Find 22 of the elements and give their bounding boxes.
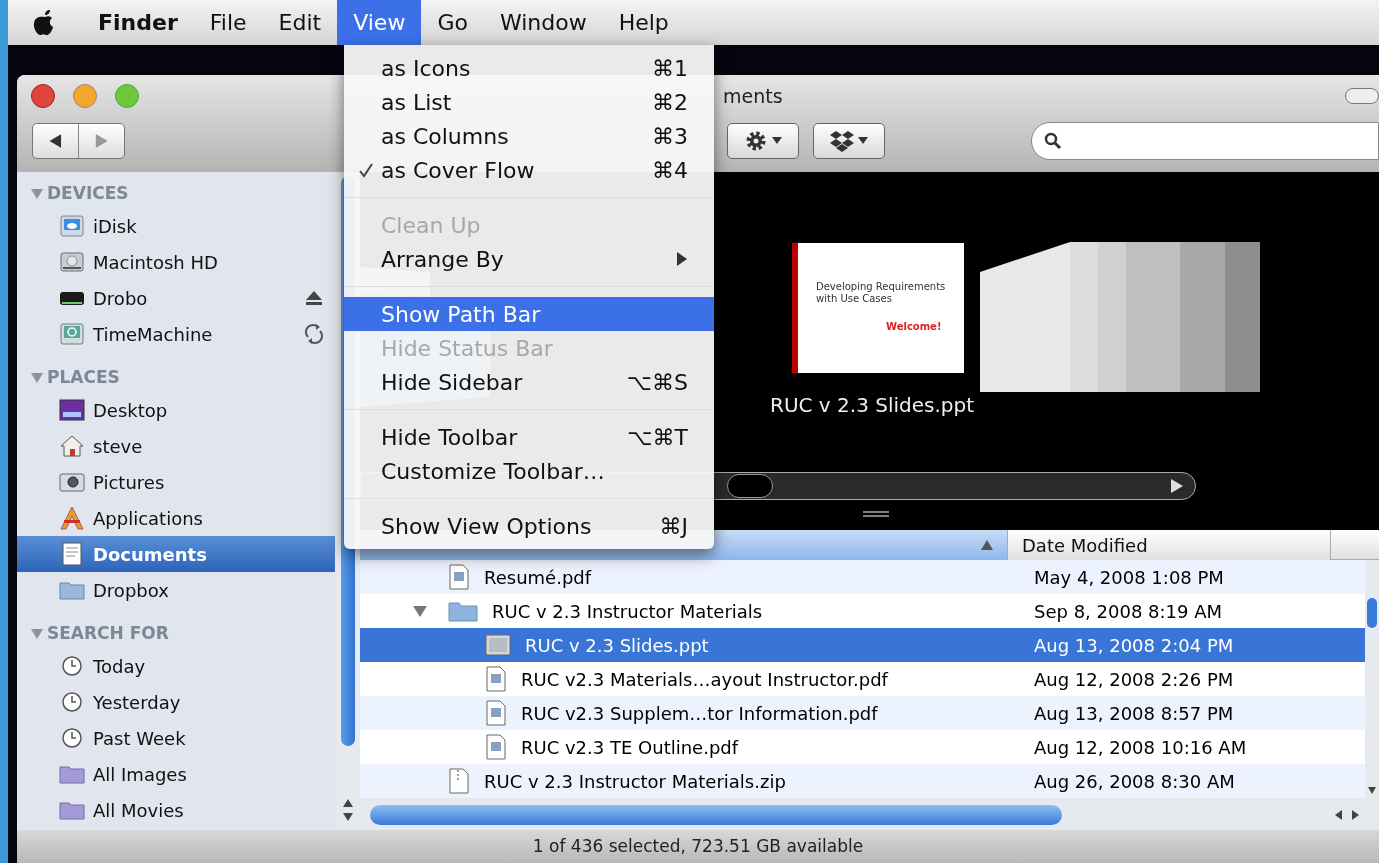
file-name: RUC v2.3 TE Outline.pdf [521,735,739,760]
date-modified: Sep 8, 2008 8:19 AM [1034,599,1223,624]
section-header: DEVICES [47,182,129,206]
slide-title: Developing Requirements with Use Cases [816,281,947,305]
file-name: RUC v 2.3 Instructor Materials.zip [484,769,786,794]
date-modified: Aug 13, 2008 8:57 PM [1034,701,1234,726]
date-modified: Aug 12, 2008 2:26 PM [1034,667,1234,692]
date-modified: Aug 12, 2008 10:16 AM [1034,735,1247,760]
date-modified: Aug 13, 2008 2:04 PM [1034,633,1234,658]
date-modified: Aug 26, 2008 8:30 AM [1034,769,1235,794]
window-title: ments [723,83,783,109]
cover-flow-caption: RUC v 2.3 Slides.ppt [770,392,975,419]
file-name: Resumé.pdf [484,565,592,590]
slide-greeting: Welcome! [886,320,943,334]
status-bar: 1 of 436 selected, 723.51 GB available [17,830,1379,863]
file-name: RUC v 2.3 Slides.ppt [525,633,709,658]
section-header: PLACES [47,366,120,390]
file-name: RUC v2.3 Materials…ayout Instructor.pdf [521,667,888,692]
file-name: RUC v2.3 Supplem…tor Information.pdf [521,701,878,726]
date-modified: May 4, 2008 1:08 PM [1034,565,1224,590]
file-name: RUC v 2.3 Instructor Materials [492,599,763,624]
section-header: SEARCH FOR [47,622,169,646]
